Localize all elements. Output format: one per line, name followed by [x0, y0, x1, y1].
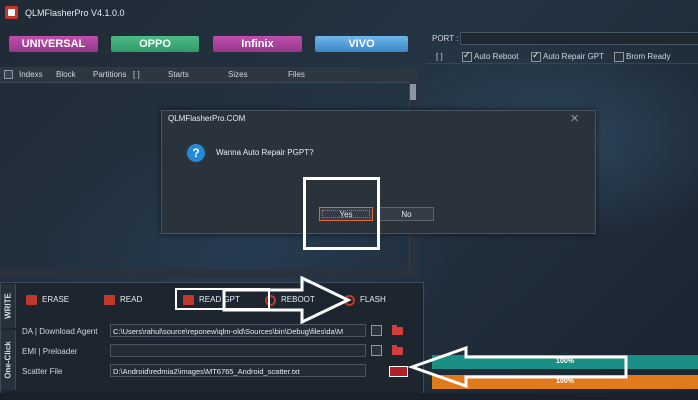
- write-tab[interactable]: WRITE: [1, 284, 16, 328]
- annotation-arrow-left: [408, 345, 628, 389]
- column-files[interactable]: Files: [288, 70, 305, 79]
- app-logo-icon: [5, 6, 18, 19]
- scatter-path-field[interactable]: D:\Android\redmia2\images\MT6765_Android…: [110, 364, 366, 377]
- column-block[interactable]: Block: [56, 70, 76, 79]
- port-select[interactable]: [460, 32, 698, 45]
- oppo-button[interactable]: OPPO: [111, 36, 199, 52]
- read-button[interactable]: READ: [100, 291, 170, 309]
- right-panel-divider: [426, 63, 698, 64]
- da-checkbox[interactable]: [371, 325, 382, 336]
- emi-label: EMI | Preloader: [22, 347, 78, 356]
- column-starts[interactable]: Starts: [168, 70, 189, 79]
- emi-checkbox[interactable]: [371, 345, 382, 356]
- erase-icon: [26, 295, 37, 305]
- da-label: DA | Download Agent: [22, 327, 98, 336]
- close-icon[interactable]: ✕: [570, 112, 579, 125]
- auto-reboot-checkbox[interactable]: [462, 50, 472, 62]
- brom-ready-checkbox[interactable]: [614, 52, 624, 62]
- auto-repair-gpt-checkbox[interactable]: [531, 50, 541, 62]
- column-indexs[interactable]: Indexs: [19, 70, 43, 79]
- erase-button[interactable]: ERASE: [22, 291, 92, 309]
- column-checked[interactable]: [ ]: [133, 70, 140, 79]
- one-click-tab[interactable]: One-Click: [1, 330, 16, 390]
- emi-folder-icon[interactable]: [392, 345, 403, 355]
- infinix-button[interactable]: Infinix: [213, 36, 302, 52]
- universal-button[interactable]: UNIVERSAL: [9, 36, 98, 52]
- column-partitions[interactable]: Partitions: [93, 70, 126, 79]
- dialog-title: QLMFlasherPro.COM: [168, 114, 246, 123]
- column-sizes[interactable]: Sizes: [228, 70, 248, 79]
- auto-repair-gpt-label: Auto Repair GPT: [543, 52, 604, 61]
- dialog-message: Wanna Auto Repair PGPT?: [216, 148, 314, 157]
- table-horizontal-scrollbar[interactable]: [0, 270, 418, 278]
- read-icon: [104, 295, 115, 305]
- status-bar: [0, 393, 698, 400]
- da-folder-icon[interactable]: [392, 325, 403, 335]
- window-title: QLMFlasherPro V4.1.0.0: [25, 8, 125, 18]
- scrollbar-thumb[interactable]: [410, 84, 416, 100]
- port-label: PORT :: [432, 34, 459, 43]
- select-all-checkbox[interactable]: [4, 70, 13, 79]
- scatter-browse-button[interactable]: [389, 366, 408, 377]
- highlight-box-yes: [303, 177, 380, 250]
- emi-path-field[interactable]: [110, 344, 366, 357]
- annotation-arrow-right: [222, 276, 352, 324]
- port-bracket: [ ]: [436, 52, 443, 61]
- vivo-button[interactable]: VIVO: [315, 36, 408, 52]
- auto-reboot-label: Auto Reboot: [474, 52, 519, 61]
- question-icon: ?: [187, 144, 205, 162]
- brom-ready-label: Brom Ready: [626, 52, 671, 61]
- no-button[interactable]: No: [379, 207, 434, 221]
- da-path-field[interactable]: C:\Users\rahul\source\reponew\qlm-old\So…: [110, 324, 366, 337]
- scatter-label: Scatter File: [22, 367, 63, 376]
